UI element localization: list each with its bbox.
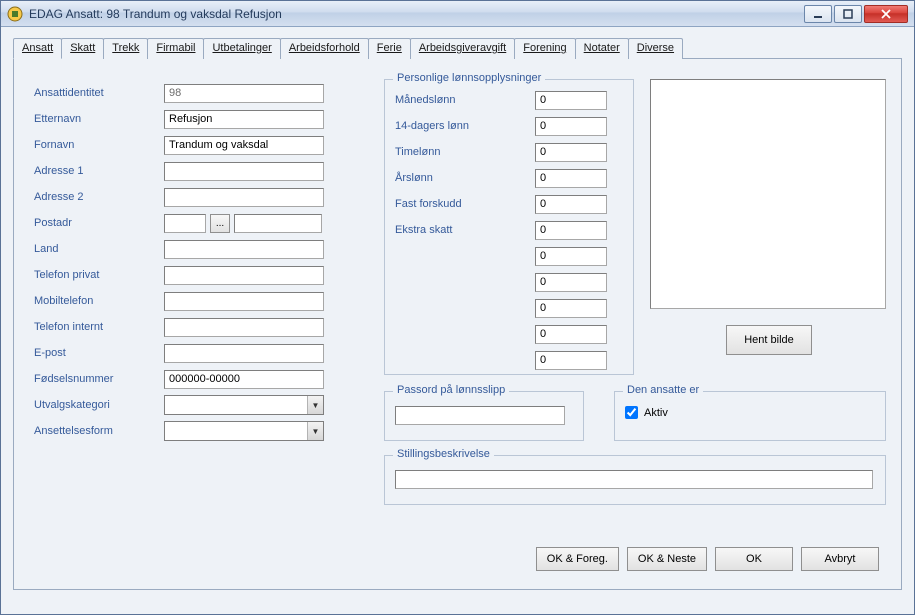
tab-panel-ansatt: Ansattidentitet Etternavn Fornavn Adress… xyxy=(13,58,902,590)
utvalgskategori-select[interactable] xyxy=(164,395,324,415)
extra-9-input[interactable] xyxy=(535,299,607,318)
label-ansattidentitet: Ansattidentitet xyxy=(34,87,164,99)
label-14dagers: 14-dagers lønn xyxy=(395,120,535,132)
extra-8-input[interactable] xyxy=(535,273,607,292)
label-timelonn: Timelønn xyxy=(395,146,535,158)
employee-photo-box xyxy=(650,79,886,309)
legend-personlige-lonn: Personlige lønnsopplysninger xyxy=(393,72,545,84)
dialog-footer: OK & Foreg. OK & Neste OK Avbryt xyxy=(536,547,879,571)
label-adresse2: Adresse 2 xyxy=(34,191,164,203)
label-land: Land xyxy=(34,243,164,255)
identity-fields: Ansattidentitet Etternavn Fornavn Adress… xyxy=(34,83,354,447)
legend-stillingsbeskrivelse: Stillingsbeskrivelse xyxy=(393,448,494,460)
label-epost: E-post xyxy=(34,347,164,359)
label-telefon-privat: Telefon privat xyxy=(34,269,164,281)
postadr-lookup-button[interactable]: ... xyxy=(210,214,230,233)
label-utvalgskategori: Utvalgskategori xyxy=(34,399,164,411)
window-controls xyxy=(802,5,908,23)
tab-ansatt[interactable]: Ansatt xyxy=(13,38,62,59)
label-postadr: Postadr xyxy=(34,217,164,229)
ok-previous-button[interactable]: OK & Foreg. xyxy=(536,547,619,571)
tab-utbetalinger[interactable]: Utbetalinger xyxy=(203,38,280,59)
tab-diverse[interactable]: Diverse xyxy=(628,38,683,59)
14dagers-input[interactable] xyxy=(535,117,607,136)
epost-input[interactable] xyxy=(164,344,324,363)
fodselsnummer-input[interactable] xyxy=(164,370,324,389)
label-arslonn: Årslønn xyxy=(395,172,535,184)
tabs-bar: Ansatt Skatt Trekk Firmabil Utbetalinger… xyxy=(13,37,902,58)
close-button[interactable] xyxy=(864,5,908,23)
titlebar: EDAG Ansatt: 98 Trandum og vaksdal Refus… xyxy=(1,1,914,27)
aktiv-checkbox-row[interactable]: Aktiv xyxy=(625,406,875,419)
etternavn-input[interactable] xyxy=(164,110,324,129)
cancel-button[interactable]: Avbryt xyxy=(801,547,879,571)
ansattidentitet-input[interactable] xyxy=(164,84,324,103)
tab-notater[interactable]: Notater xyxy=(575,38,629,59)
hent-bilde-button[interactable]: Hent bilde xyxy=(726,325,812,355)
minimize-button[interactable] xyxy=(804,5,832,23)
app-icon xyxy=(7,6,23,22)
aktiv-label: Aktiv xyxy=(644,407,668,419)
telefon-internt-input[interactable] xyxy=(164,318,324,337)
label-manedslonn: Månedslønn xyxy=(395,94,535,106)
ok-next-button[interactable]: OK & Neste xyxy=(627,547,707,571)
fast-forskudd-input[interactable] xyxy=(535,195,607,214)
fornavn-input[interactable] xyxy=(164,136,324,155)
tab-trekk[interactable]: Trekk xyxy=(103,38,148,59)
tab-firmabil[interactable]: Firmabil xyxy=(147,38,204,59)
adresse2-input[interactable] xyxy=(164,188,324,207)
label-adresse1: Adresse 1 xyxy=(34,165,164,177)
tab-arbeidsforhold[interactable]: Arbeidsforhold xyxy=(280,38,369,59)
client-area: Ansatt Skatt Trekk Firmabil Utbetalinger… xyxy=(1,27,914,614)
stillingsbeskrivelse-input[interactable] xyxy=(395,470,873,489)
extra-10-input[interactable] xyxy=(535,325,607,344)
timelonn-input[interactable] xyxy=(535,143,607,162)
tab-ferie[interactable]: Ferie xyxy=(368,38,411,59)
window-title: EDAG Ansatt: 98 Trandum og vaksdal Refus… xyxy=(29,7,282,21)
tab-forening[interactable]: Forening xyxy=(514,38,575,59)
label-fodselsnummer: Fødselsnummer xyxy=(34,373,164,385)
ekstra-skatt-input[interactable] xyxy=(535,221,607,240)
label-etternavn: Etternavn xyxy=(34,113,164,125)
ansettelsesform-select[interactable] xyxy=(164,421,324,441)
tab-skatt[interactable]: Skatt xyxy=(61,38,104,59)
arslonn-input[interactable] xyxy=(535,169,607,188)
extra-11-input[interactable] xyxy=(535,351,607,370)
window-frame: EDAG Ansatt: 98 Trandum og vaksdal Refus… xyxy=(0,0,915,615)
label-fornavn: Fornavn xyxy=(34,139,164,151)
adresse1-input[interactable] xyxy=(164,162,324,181)
telefon-privat-input[interactable] xyxy=(164,266,324,285)
group-personlige-lonn: Personlige lønnsopplysninger Månedslønn … xyxy=(384,79,634,375)
label-telefon-internt: Telefon internt xyxy=(34,321,164,333)
group-ansatte-er: Den ansatte er Aktiv xyxy=(614,391,886,441)
tab-arbeidsgiveravgift[interactable]: Arbeidsgiveravgift xyxy=(410,38,515,59)
label-fast-forskudd: Fast forskudd xyxy=(395,198,535,210)
group-stillingsbeskrivelse: Stillingsbeskrivelse xyxy=(384,455,886,505)
postadr-code-input[interactable] xyxy=(164,214,206,233)
postadr-city-input[interactable] xyxy=(234,214,322,233)
label-mobiltelefon: Mobiltelefon xyxy=(34,295,164,307)
manedslonn-input[interactable] xyxy=(535,91,607,110)
label-ekstra-skatt: Ekstra skatt xyxy=(395,224,535,236)
mobiltelefon-input[interactable] xyxy=(164,292,324,311)
label-ansettelsesform: Ansettelsesform xyxy=(34,425,164,437)
legend-ansatte-er: Den ansatte er xyxy=(623,384,703,396)
extra-7-input[interactable] xyxy=(535,247,607,266)
ok-button[interactable]: OK xyxy=(715,547,793,571)
group-passord: Passord på lønnsslipp xyxy=(384,391,584,441)
land-input[interactable] xyxy=(164,240,324,259)
passord-input[interactable] xyxy=(395,406,565,425)
aktiv-checkbox[interactable] xyxy=(625,406,638,419)
legend-passord: Passord på lønnsslipp xyxy=(393,384,509,396)
maximize-button[interactable] xyxy=(834,5,862,23)
